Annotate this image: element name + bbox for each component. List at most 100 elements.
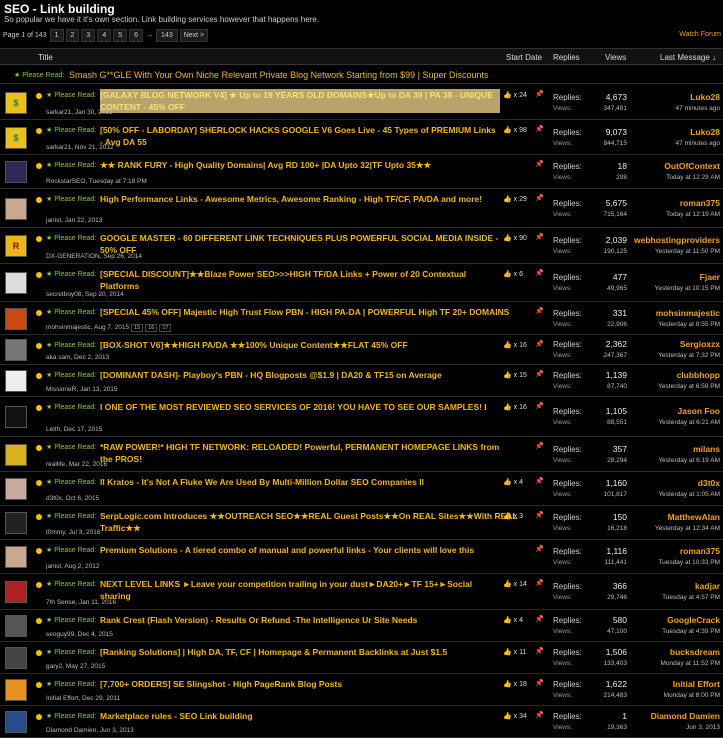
thread-row[interactable]: ★ Please Read: Marketplace rules - SEO Li… <box>0 706 723 738</box>
avatar[interactable] <box>5 198 27 220</box>
thread-title-link[interactable]: [Ranking Solutions] | High DA, TF, CF | … <box>100 646 530 658</box>
last-message-time[interactable]: Monday at 8:00 PM <box>664 692 720 699</box>
thread-author-date[interactable]: gary2, May 27, 2015 <box>46 663 105 670</box>
thread-row[interactable]: ★ Please Read: NEXT LEVEL LINKS ►Leave yo… <box>0 574 723 610</box>
thread-author-date[interactable]: DX-GENERATION, Sep 26, 2014 <box>46 253 142 260</box>
thread-title-link[interactable]: *RAW POWER!* HIGH TF NETWORK: RELOADED! … <box>100 441 500 465</box>
thread-author-date[interactable]: t0mmy, Jul 3, 2016 <box>46 529 100 536</box>
last-message-time[interactable]: Today at 12:29 AM <box>666 174 720 181</box>
thread-author-date[interactable]: RockstarSEO, Tuesday at 7:18 PM <box>46 178 147 185</box>
last-message-user[interactable]: milans <box>693 444 720 454</box>
last-message-user[interactable]: Initial Effort <box>673 679 720 689</box>
thread-title-link[interactable]: Il Kratos - It's Not A Fluke We Are Used… <box>100 476 530 488</box>
thread-row[interactable]: ★ Please Read: SerpLogic.com Introduces ★… <box>0 506 723 540</box>
thread-row[interactable]: ★ Please Read: [Ranking Solutions] | High… <box>0 642 723 674</box>
last-message-user[interactable]: Diamond Damien <box>651 711 720 721</box>
thread-author-date[interactable]: secretboy08, Sep 20, 2014 <box>46 291 124 298</box>
avatar[interactable] <box>5 615 27 637</box>
page-5-link[interactable]: 5 <box>113 29 128 42</box>
thread-page-link[interactable]: 16 <box>145 324 158 332</box>
thread-author-date[interactable]: reallife, Mar 22, 2016 <box>46 461 107 468</box>
thread-title-link[interactable]: Marketplace rules - SEO Link building <box>100 710 530 722</box>
thread-author-date[interactable]: Diamond Damien, Jun 3, 2013 <box>46 727 134 734</box>
avatar[interactable] <box>5 711 27 733</box>
col-last-message[interactable]: Last Message ↓ <box>660 53 716 62</box>
last-message-time[interactable]: Yesterday at 11:50 PM <box>655 248 720 255</box>
page-jump-arrow[interactable]: → <box>145 31 154 40</box>
thread-title-link[interactable]: [GALAXY BLOG NETWORK V4] ★ Up to 19 YEAR… <box>100 89 500 113</box>
last-message-time[interactable]: Yesterday at 7:32 PM <box>658 352 720 359</box>
last-message-time[interactable]: Tuesday at 4:57 PM <box>662 594 720 601</box>
col-title[interactable]: Title <box>38 53 53 62</box>
thread-row[interactable]: ★ Please Read: I ONE OF THE MOST REVIEWED… <box>0 397 723 437</box>
thread-title-link[interactable]: I ONE OF THE MOST REVIEWED SEO SERVICES … <box>100 401 500 413</box>
avatar[interactable]: R <box>5 235 27 257</box>
thread-row[interactable]: ★ Please Read: Premium Solutions - A tier… <box>0 540 723 574</box>
avatar[interactable] <box>5 679 27 701</box>
col-replies[interactable]: Replies <box>553 53 580 62</box>
thread-row[interactable]: ★ Please Read: High Performance Links - A… <box>0 189 723 228</box>
thread-author-date[interactable]: mohsinmajestic, Aug 7, 2015 <box>46 324 129 331</box>
thread-title-link[interactable]: Premium Solutions - A tiered combo of ma… <box>100 544 530 556</box>
last-message-time[interactable]: Monday at 11:52 PM <box>661 660 721 667</box>
page-6-link[interactable]: 6 <box>129 29 144 42</box>
thread-row[interactable]: $ ★ Please Read: [GALAXY BLOG NETWORK V4] … <box>0 85 723 120</box>
thread-title-link[interactable]: ★★ RANK FURY - High Quality Domains| Avg… <box>100 159 530 171</box>
thread-author-date[interactable]: Initial Effort, Dec 29, 2011 <box>46 695 120 702</box>
avatar[interactable] <box>5 581 27 603</box>
last-message-time[interactable]: Tuesday at 10:33 PM <box>658 559 720 566</box>
thread-title-link[interactable]: NEXT LEVEL LINKS ►Leave your competition… <box>100 578 500 602</box>
thread-title-link[interactable]: SerpLogic.com Introduces ★★OUTREACH SEO★… <box>100 510 530 534</box>
avatar[interactable] <box>5 308 27 330</box>
avatar[interactable] <box>5 406 27 428</box>
last-message-user[interactable]: mohsinmajestic <box>656 308 720 318</box>
thread-row[interactable]: ★ Please Read: [7,700+ ORDERS] SE Slingsh… <box>0 674 723 706</box>
thread-title-link[interactable]: High Performance Links - Awesome Metrics… <box>100 193 500 205</box>
thread-page-link[interactable]: 15 <box>131 324 144 332</box>
thread-row[interactable]: ★ Please Read: [SPECIAL DISCOUNT]★★Blaze … <box>0 264 723 302</box>
last-message-time[interactable]: Yesterday at 8:55 PM <box>658 321 720 328</box>
avatar[interactable] <box>5 161 27 183</box>
thread-page-link[interactable]: 17 <box>159 324 172 332</box>
thread-row[interactable]: ★ Please Read: ★★ RANK FURY - High Qualit… <box>0 155 723 189</box>
avatar[interactable] <box>5 478 27 500</box>
thread-row[interactable]: ★ Please Read: [SPECIAL 45% OFF] Majestic… <box>0 302 723 335</box>
last-message-time[interactable]: Yesterday at 6:59 PM <box>658 383 720 390</box>
watch-forum-link[interactable]: Watch Forum <box>679 31 721 38</box>
last-message-time[interactable]: Yesterday at 1:05 AM <box>658 491 720 498</box>
last-message-user[interactable]: kadjar <box>695 581 720 591</box>
thread-author-date[interactable]: seoguy99, Dec 4, 2015 <box>46 631 113 638</box>
last-message-user[interactable]: MatthewAlan <box>668 512 720 522</box>
last-message-user[interactable]: bucksdream <box>670 647 720 657</box>
thread-author-date[interactable]: sarkar21, Jan 30, 2013 <box>46 109 113 116</box>
last-message-time[interactable]: Today at 12:19 AM <box>666 211 720 218</box>
next-page-link[interactable]: Next > <box>179 29 209 42</box>
avatar[interactable] <box>5 512 27 534</box>
last-message-time[interactable]: Yesterday at 6:21 AM <box>658 419 720 426</box>
page-last-link[interactable]: 143 <box>156 29 178 42</box>
avatar[interactable]: $ <box>5 127 27 149</box>
thread-title-link[interactable]: [DOMINANT DASH]- Playboy's PBN - HQ Blog… <box>100 369 530 381</box>
thread-author-date[interactable]: 7th Sense, Jan 11, 2016 <box>46 599 116 606</box>
thread-title-link[interactable]: [7,700+ ORDERS] SE Slingshot - High Page… <box>100 678 530 690</box>
thread-author-date[interactable]: aka sam, Dec 2, 2013 <box>46 354 109 361</box>
avatar[interactable] <box>5 370 27 392</box>
thread-title-link[interactable]: [BOX-SHOT V6]★★HIGH PA/DA ★★100% Unique … <box>100 339 530 351</box>
thread-title-link[interactable]: Rank Crest (Flash Version) - Results Or … <box>100 614 530 626</box>
last-message-user[interactable]: webhostingproviders <box>634 235 720 245</box>
last-message-time[interactable]: 47 minutes ago <box>676 105 720 112</box>
col-start-date[interactable]: Start Date <box>506 53 542 62</box>
last-message-user[interactable]: Fjaer <box>700 272 720 282</box>
page-1-link[interactable]: 1 <box>49 29 64 42</box>
page-3-link[interactable]: 3 <box>81 29 96 42</box>
thread-author-date[interactable]: janist, Aug 2, 2012 <box>46 563 100 570</box>
last-message-user[interactable]: roman375 <box>680 198 720 208</box>
thread-row[interactable]: ★ Please Read: Il Kratos - It's Not A Flu… <box>0 472 723 506</box>
last-message-time[interactable]: Yesterday at 10:15 PM <box>654 285 720 292</box>
avatar[interactable] <box>5 647 27 669</box>
last-message-user[interactable]: d3t0x <box>698 478 720 488</box>
last-message-time[interactable]: 47 minutes ago <box>676 140 720 147</box>
last-message-time[interactable]: Tuesday at 4:39 PM <box>662 628 720 635</box>
thread-title-link[interactable]: [SPECIAL 45% OFF] Majestic High Trust Fl… <box>100 306 530 318</box>
thread-author-date[interactable]: janist, Jan 22, 2013 <box>46 217 102 224</box>
